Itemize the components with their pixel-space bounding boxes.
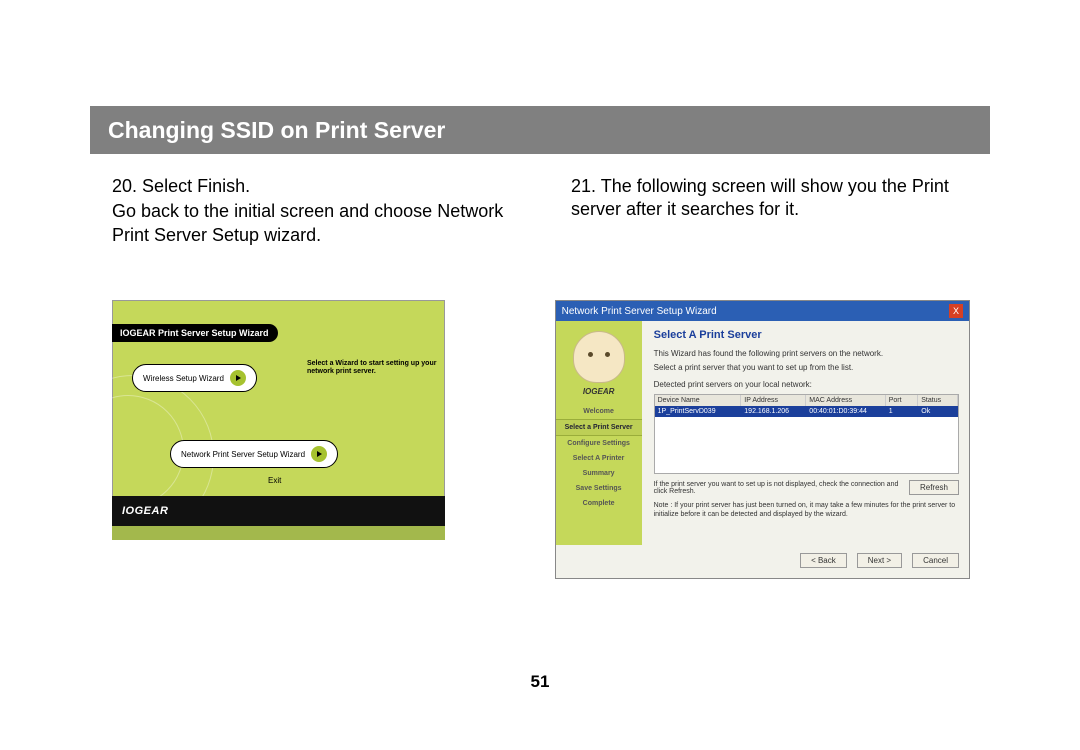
section-header: Changing SSID on Print Server <box>90 106 990 154</box>
section-title: Changing SSID on Print Server <box>108 117 445 144</box>
sidebar-step: Welcome <box>556 404 642 419</box>
refresh-hint: If the print server you want to set up i… <box>654 481 909 495</box>
cell-mac: 00:40:01:D0:39:44 <box>806 406 885 417</box>
dialog-footer: < Back Next > Cancel <box>556 545 969 578</box>
dialog-note: Note : If your print server has just bee… <box>654 501 959 519</box>
sidebar-step: Select A Printer <box>556 451 642 466</box>
step-number: 21. <box>571 176 596 196</box>
sidebar-step: Configure Settings <box>556 436 642 451</box>
table-header: Device Name IP Address MAC Address Port … <box>655 395 958 406</box>
wireless-wizard-button[interactable]: Wireless Setup Wizard <box>132 364 257 392</box>
step-20: 20. Select Finish. Go back to the initia… <box>112 175 511 247</box>
cell-port: 1 <box>886 406 919 417</box>
wizard-dialog-screenshot: Network Print Server Setup Wizard X IOGE… <box>555 300 970 579</box>
brand-strip: IOGEAR <box>112 496 445 526</box>
step-number: 20. <box>112 176 137 196</box>
col-mac: MAC Address <box>806 395 885 406</box>
step-title: Select Finish. <box>142 176 250 196</box>
dialog-main: Select A Print Server This Wizard has fo… <box>642 321 969 545</box>
detected-label: Detected print servers on your local net… <box>654 380 959 390</box>
dialog-title: Network Print Server Setup Wizard <box>562 306 717 317</box>
play-icon <box>230 370 246 386</box>
sidebar-step: Complete <box>556 496 642 511</box>
refresh-button[interactable]: Refresh <box>909 480 959 495</box>
footer-strip <box>112 526 445 540</box>
close-icon[interactable]: X <box>949 304 963 318</box>
sidebar-step: Save Settings <box>556 481 642 496</box>
col-status: Status <box>918 395 958 406</box>
launcher-banner: IOGEAR Print Server Setup Wizard <box>112 324 278 342</box>
step-subtext: Go back to the initial screen and choose… <box>112 200 511 247</box>
play-icon <box>311 446 327 462</box>
dialog-heading: Select A Print Server <box>654 329 959 341</box>
network-wizard-button[interactable]: Network Print Server Setup Wizard <box>170 440 338 468</box>
table-row[interactable]: 1P_PrintServD039 192.168.1.206 00:40:01:… <box>655 406 958 417</box>
page-number: 51 <box>0 672 1080 692</box>
dialog-intro-1: This Wizard has found the following prin… <box>654 349 959 359</box>
cancel-button[interactable]: Cancel <box>912 553 959 568</box>
launcher-hint: Select a Wizard to start setting up your… <box>307 360 437 377</box>
cell-device: 1P_PrintServD039 <box>655 406 742 417</box>
dialog-sidebar: IOGEAR Welcome Select a Print Server Con… <box>556 321 642 545</box>
sidebar-step: Summary <box>556 466 642 481</box>
sidebar-step-active: Select a Print Server <box>556 419 642 436</box>
figures-row: IOGEAR Print Server Setup Wizard Wireles… <box>112 300 970 579</box>
brand-text: IOGEAR <box>122 505 168 517</box>
cell-status: Ok <box>918 406 958 417</box>
back-button[interactable]: < Back <box>800 553 847 568</box>
setup-launcher-screenshot: IOGEAR Print Server Setup Wizard Wireles… <box>112 300 445 540</box>
col-device: Device Name <box>655 395 742 406</box>
pill-label: Network Print Server Setup Wizard <box>181 450 305 459</box>
print-server-table[interactable]: Device Name IP Address MAC Address Port … <box>654 394 959 474</box>
cell-ip: 192.168.1.206 <box>741 406 806 417</box>
dialog-intro-2: Select a print server that you want to s… <box>654 363 959 373</box>
col-port: Port <box>886 395 919 406</box>
table-empty-area <box>655 417 958 473</box>
next-button[interactable]: Next > <box>857 553 902 568</box>
step-21: 21. The following screen will show you t… <box>571 175 970 247</box>
instruction-columns: 20. Select Finish. Go back to the initia… <box>112 175 970 247</box>
pill-label: Wireless Setup Wizard <box>143 374 224 383</box>
exit-link[interactable]: Exit <box>268 476 281 485</box>
dialog-titlebar: Network Print Server Setup Wizard X <box>556 301 969 321</box>
sidebar-brand: IOGEAR <box>556 387 642 396</box>
mascot-icon <box>573 331 625 383</box>
step-title: The following screen will show you the P… <box>571 176 949 219</box>
col-ip: IP Address <box>741 395 806 406</box>
